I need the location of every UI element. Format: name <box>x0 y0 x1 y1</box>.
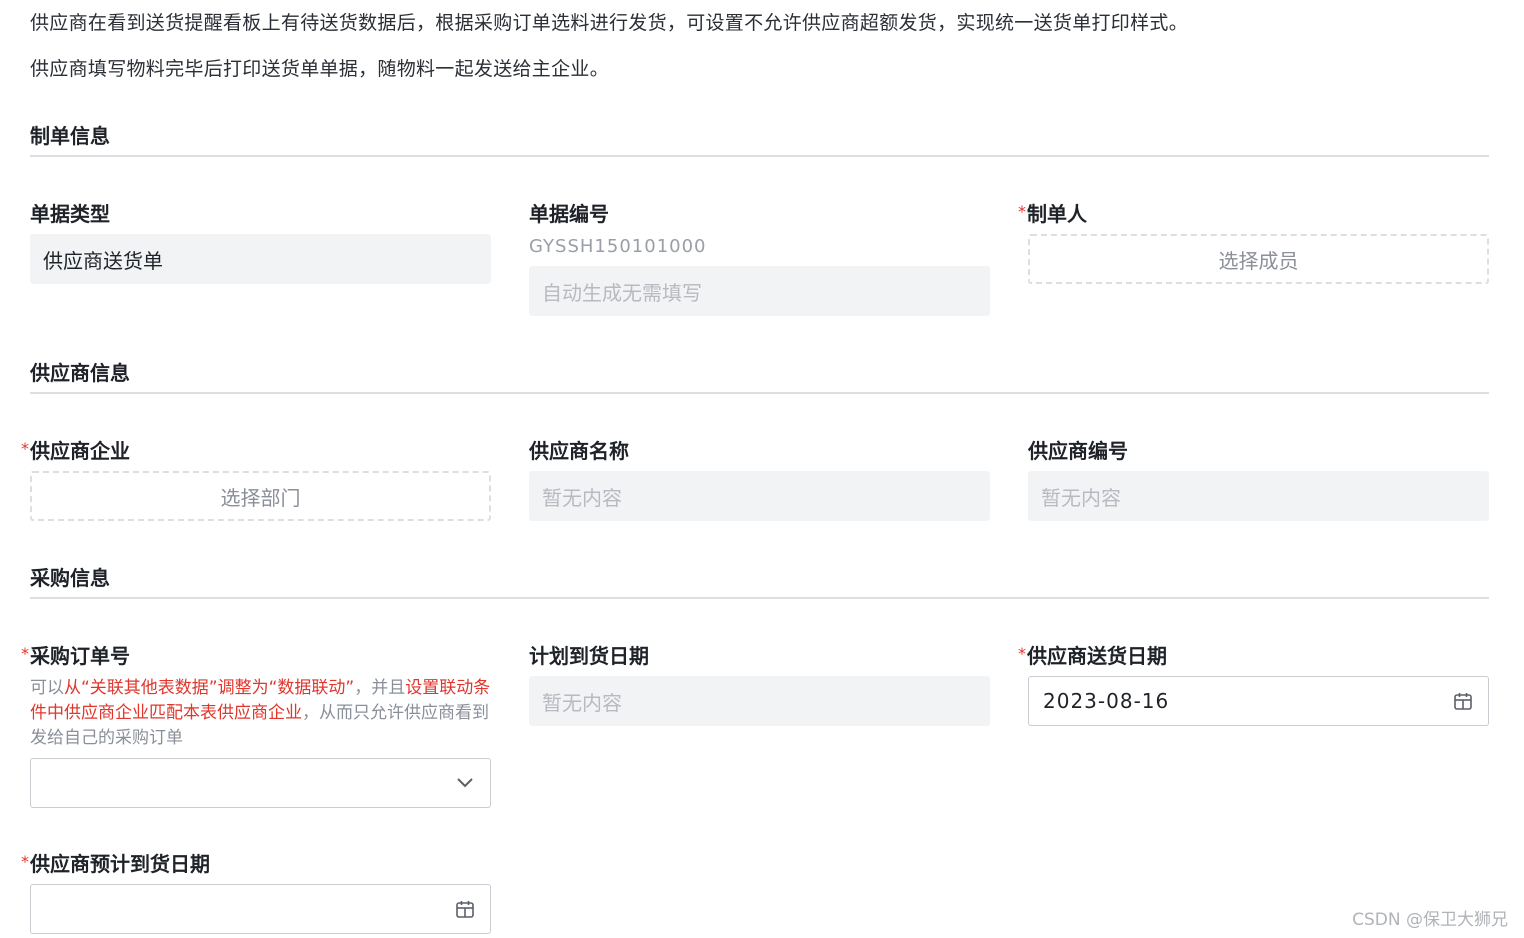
doc-no-code: GYSSH150101000 <box>529 236 707 257</box>
section-divider <box>30 155 1489 157</box>
hint-highlight: 从“关联其他表数据”调整为“数据联动” <box>64 678 355 698</box>
supplier-expected-date-label-text: 供应商预计到货日期 <box>30 852 210 876</box>
required-marker: * <box>21 852 29 871</box>
supplier-delivery-date-input[interactable]: 2023-08-16 <box>1028 676 1489 726</box>
supplier-delivery-date-label: *供应商送货日期 <box>1018 640 1167 669</box>
doc-type-label: 单据类型 <box>30 202 110 226</box>
supplier-name-label: 供应商名称 <box>529 439 629 463</box>
doc-type-field: 供应商送货单 <box>30 234 491 284</box>
hint-text: ，并且 <box>354 678 406 698</box>
supplier-code-field: 暂无内容 <box>1028 471 1489 521</box>
required-marker: * <box>1018 644 1026 663</box>
doc-no-field: 自动生成无需填写 <box>529 266 990 316</box>
intro-text-1: 供应商在看到送货提醒看板上有待送货数据后，根据采购订单选料进行发货，可设置不允许… <box>30 12 1189 34</box>
required-marker: * <box>21 439 29 458</box>
chevron-down-icon[interactable] <box>454 772 476 794</box>
delivery-form-page: 供应商在看到送货提醒看板上有待送货数据后，根据采购订单选料进行发货，可设置不允许… <box>0 0 1524 938</box>
supplier-expected-date-label: *供应商预计到货日期 <box>21 848 210 877</box>
section-title-supplier-info: 供应商信息 <box>30 361 130 385</box>
supplier-delivery-date-label-text: 供应商送货日期 <box>1027 644 1167 668</box>
supplier-code-label: 供应商编号 <box>1028 439 1128 463</box>
section-divider <box>30 597 1489 599</box>
supplier-expected-date-input[interactable] <box>30 884 491 934</box>
select-department-button[interactable]: 选择部门 <box>30 471 491 521</box>
watermark: CSDN @保卫大狮兄 <box>1352 910 1508 930</box>
calendar-icon[interactable] <box>1452 690 1474 712</box>
section-title-purchase-info: 采购信息 <box>30 566 110 590</box>
supplier-company-label: *供应商企业 <box>21 435 130 464</box>
creator-label-text: 制单人 <box>1027 202 1087 226</box>
creator-label: *制单人 <box>1018 198 1087 227</box>
section-title-order-info: 制单信息 <box>30 124 110 148</box>
supplier-name-field: 暂无内容 <box>529 471 990 521</box>
supplier-company-label-text: 供应商企业 <box>30 439 130 463</box>
calendar-icon[interactable] <box>454 898 476 920</box>
planned-date-field: 暂无内容 <box>529 676 990 726</box>
doc-no-label: 单据编号 <box>529 202 609 226</box>
po-number-label-text: 采购订单号 <box>30 644 130 668</box>
select-member-button[interactable]: 选择成员 <box>1028 234 1489 284</box>
intro-text-2: 供应商填写物料完毕后打印送货单单据，随物料一起发送给主企业。 <box>30 58 610 80</box>
supplier-delivery-date-value: 2023-08-16 <box>1043 689 1170 713</box>
po-number-select[interactable] <box>30 758 491 808</box>
po-number-hint: 可以从“关联其他表数据”调整为“数据联动”，并且设置联动条件中供应商企业匹配本表… <box>30 676 500 751</box>
section-divider <box>30 392 1489 394</box>
planned-date-label: 计划到货日期 <box>529 644 649 668</box>
required-marker: * <box>21 644 29 663</box>
hint-text: 可以 <box>30 678 64 698</box>
po-number-label: *采购订单号 <box>21 640 130 669</box>
required-marker: * <box>1018 202 1026 221</box>
